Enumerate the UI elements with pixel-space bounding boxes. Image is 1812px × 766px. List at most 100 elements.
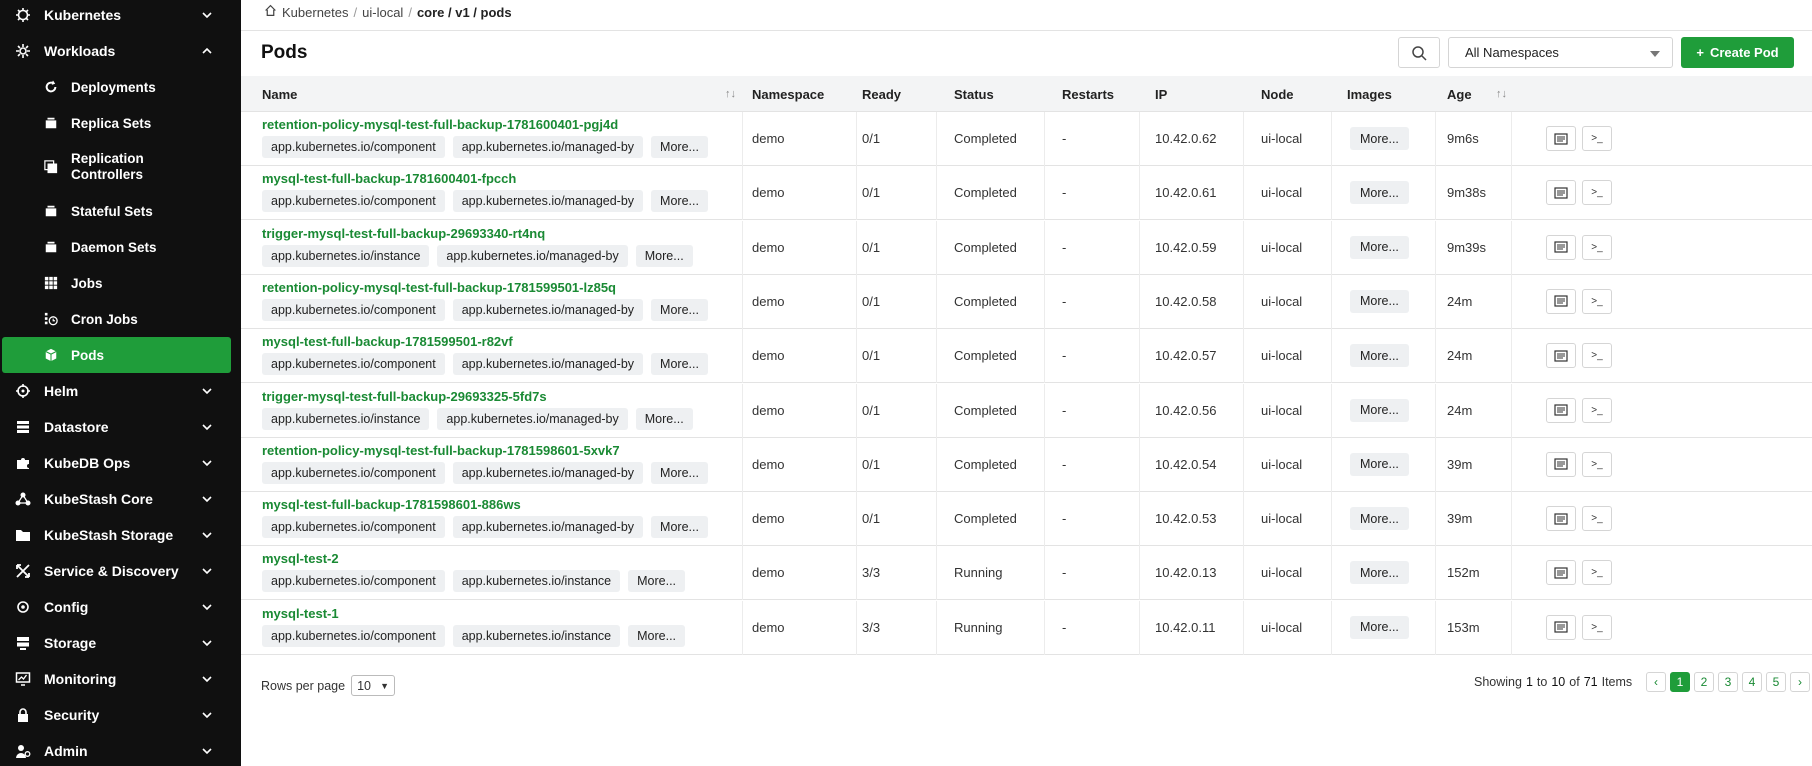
images-more-button[interactable]: More... <box>1350 289 1409 313</box>
pod-name-link[interactable]: mysql-test-full-backup-1781600401-fpcch <box>262 171 516 186</box>
sidebar-item-storage[interactable]: Storage <box>0 625 241 661</box>
terminal-button[interactable]: >_ <box>1582 288 1612 314</box>
images-more-button[interactable]: More... <box>1350 452 1409 476</box>
pod-name-link[interactable]: mysql-test-full-backup-1781599501-r82vf <box>262 334 513 349</box>
logs-button[interactable] <box>1546 343 1576 369</box>
images-more-button[interactable]: More... <box>1350 181 1409 205</box>
search-button[interactable] <box>1398 37 1440 68</box>
images-more-button[interactable]: More... <box>1350 561 1409 585</box>
labels-more-button[interactable]: More... <box>635 244 693 267</box>
labels-more-button[interactable]: More... <box>651 516 708 539</box>
labels-more-button[interactable]: More... <box>628 624 686 647</box>
images-more-button[interactable]: More... <box>1350 615 1409 639</box>
logs-button[interactable] <box>1546 180 1576 206</box>
column-divider <box>1139 112 1140 166</box>
labels-more-button[interactable]: More... <box>651 298 708 321</box>
logs-button[interactable] <box>1546 397 1576 423</box>
sidebar-item-deployments[interactable]: Deployments <box>0 69 241 105</box>
sidebar-item-kubestash-core[interactable]: KubeStash Core <box>0 481 241 517</box>
logs-button[interactable] <box>1546 126 1576 151</box>
sidebar-item-service-discovery[interactable]: Service & Discovery <box>0 553 241 589</box>
pod-name-link[interactable]: mysql-test-full-backup-1781598601-886ws <box>262 497 521 512</box>
breadcrumb-cluster[interactable]: ui-local <box>362 5 403 20</box>
sidebar-item-workloads[interactable]: Workloads <box>0 33 241 69</box>
page-button[interactable]: 2 <box>1694 672 1714 692</box>
logs-button[interactable] <box>1546 506 1576 532</box>
breadcrumb-home[interactable]: Kubernetes <box>282 5 349 20</box>
column-divider <box>1044 220 1045 275</box>
column-divider <box>1044 112 1045 166</box>
column-header-age[interactable]: Age <box>1447 87 1472 102</box>
page-button[interactable]: 3 <box>1718 672 1738 692</box>
labels-more-button[interactable]: More... <box>635 407 693 430</box>
sidebar-item-monitoring[interactable]: Monitoring <box>0 661 241 697</box>
logs-button[interactable] <box>1546 288 1576 314</box>
pod-name-link[interactable]: retention-policy-mysql-test-full-backup-… <box>262 117 618 132</box>
logs-button[interactable] <box>1546 614 1576 640</box>
sidebar-item-cron-jobs[interactable]: Cron Jobs <box>0 301 241 337</box>
pod-name-link[interactable]: retention-policy-mysql-test-full-backup-… <box>262 280 616 295</box>
sidebar-item-daemon-sets[interactable]: Daemon Sets <box>0 229 241 265</box>
next-page-button[interactable]: › <box>1790 672 1810 692</box>
cell-restarts: - <box>1062 619 1067 635</box>
cell-age: 39m <box>1447 511 1473 527</box>
sidebar-item-label: Cron Jobs <box>71 311 138 327</box>
pod-name-link[interactable]: mysql-test-2 <box>262 551 339 566</box>
pod-name-link[interactable]: trigger-mysql-test-full-backup-29693325-… <box>262 389 547 404</box>
images-more-button[interactable]: More... <box>1350 127 1409 150</box>
images-more-button[interactable]: More... <box>1350 507 1409 531</box>
terminal-button[interactable]: >_ <box>1582 180 1612 206</box>
labels-more-button[interactable]: More... <box>651 190 708 213</box>
terminal-button[interactable]: >_ <box>1582 506 1612 532</box>
terminal-button[interactable]: >_ <box>1582 451 1612 477</box>
images-more-button[interactable]: More... <box>1350 235 1409 259</box>
sidebar-item-stateful-sets[interactable]: Stateful Sets <box>0 193 241 229</box>
labels-more-button[interactable]: More... <box>651 136 708 158</box>
create-pod-button[interactable]: + Create Pod <box>1681 37 1794 68</box>
labels-more-button[interactable]: More... <box>651 461 708 484</box>
namespace-select[interactable]: All Namespaces <box>1448 37 1673 68</box>
sidebar-item-config[interactable]: Config <box>0 589 241 625</box>
terminal-button[interactable]: >_ <box>1582 397 1612 423</box>
page-button[interactable]: 4 <box>1742 672 1762 692</box>
cell-status: Completed <box>954 456 1017 472</box>
page-button[interactable]: 5 <box>1766 672 1786 692</box>
column-header-name[interactable]: Name <box>262 87 297 102</box>
images-more-button[interactable]: More... <box>1350 398 1409 422</box>
labels-more-button[interactable]: More... <box>628 570 686 593</box>
sidebar-item-admin[interactable]: Admin <box>0 733 241 766</box>
home-icon[interactable] <box>264 4 277 20</box>
sidebar-item-replication-controllers[interactable]: Replication Controllers <box>0 146 241 188</box>
sidebar-item-replica-sets[interactable]: Replica Sets <box>0 105 241 141</box>
terminal-button[interactable]: >_ <box>1582 126 1612 151</box>
sidebar-item-kubedb-ops[interactable]: KubeDB Ops <box>0 445 241 481</box>
sidebar-item-label: Replica Sets <box>71 115 152 131</box>
page-button[interactable]: 1 <box>1670 672 1690 692</box>
search-icon <box>1412 45 1427 61</box>
prev-page-button[interactable]: ‹ <box>1646 672 1666 692</box>
sidebar-item-pods[interactable]: Pods <box>2 337 231 373</box>
cell-namespace: demo <box>752 511 785 527</box>
sidebar-item-jobs[interactable]: Jobs <box>0 265 241 301</box>
pod-name-link[interactable]: retention-policy-mysql-test-full-backup-… <box>262 443 620 458</box>
terminal-button[interactable]: >_ <box>1582 234 1612 260</box>
logs-button[interactable] <box>1546 560 1576 586</box>
sort-name-icon[interactable]: ↑↓ <box>725 88 736 100</box>
labels-more-button[interactable]: More... <box>651 353 708 376</box>
sidebar-item-kubernetes[interactable]: Kubernetes <box>0 0 241 33</box>
cell-ip: 10.42.0.56 <box>1155 402 1217 418</box>
sidebar-item-security[interactable]: Security <box>0 697 241 733</box>
terminal-button[interactable]: >_ <box>1582 560 1612 586</box>
sidebar-item-datastore[interactable]: Datastore <box>0 409 241 445</box>
sidebar-item-helm[interactable]: Helm <box>0 373 241 409</box>
logs-button[interactable] <box>1546 451 1576 477</box>
sidebar-item-kubestash-storage[interactable]: KubeStash Storage <box>0 517 241 553</box>
pod-name-link[interactable]: mysql-test-1 <box>262 606 339 621</box>
terminal-button[interactable]: >_ <box>1582 614 1612 640</box>
images-more-button[interactable]: More... <box>1350 344 1409 368</box>
pod-name-link[interactable]: trigger-mysql-test-full-backup-29693340-… <box>262 226 545 241</box>
rows-per-page-select[interactable]: 10 ▼ <box>351 675 396 696</box>
sort-age-icon[interactable]: ↑↓ <box>1496 88 1507 100</box>
logs-button[interactable] <box>1546 234 1576 260</box>
terminal-button[interactable]: >_ <box>1582 343 1612 369</box>
